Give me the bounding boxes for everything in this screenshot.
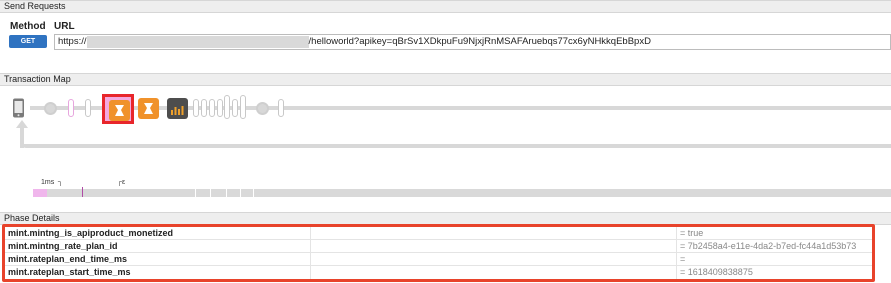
flow-step-pill[interactable]: [224, 95, 230, 119]
variable-spacer: [310, 266, 676, 279]
phase-details-table: mint.mintng_is_apiproduct_monetized = tr…: [2, 224, 875, 282]
flow-node-circle[interactable]: [256, 102, 269, 115]
analytics-icon[interactable]: [167, 98, 188, 119]
variable-value: =: [676, 253, 872, 266]
variable-value: = true: [676, 227, 872, 240]
timeline-divider: [253, 189, 254, 197]
timeline-marker: [82, 187, 83, 197]
table-row: mint.mintng_is_apiproduct_monetized = tr…: [5, 227, 872, 240]
response-arrow-icon: [16, 120, 28, 128]
response-flow-line: [22, 144, 891, 148]
timeline-divider: [210, 189, 211, 197]
timeline-label-1ms: 1ms: [41, 179, 55, 186]
flow-step-pill[interactable]: [201, 99, 207, 117]
url-redacted-host: [86, 36, 309, 48]
table-row: mint.mintng_rate_plan_id = 7b2458a4-e11e…: [5, 240, 872, 253]
timeline-selected-segment[interactable]: [33, 189, 47, 197]
timeline-bar[interactable]: [33, 189, 891, 197]
variable-spacer: [310, 240, 676, 253]
table-row: mint.rateplan_start_time_ms = 1618409838…: [5, 266, 872, 279]
timeline-label-epsilon: ε: [122, 179, 126, 186]
flow-node-circle[interactable]: [44, 102, 57, 115]
method-get-button[interactable]: GET: [9, 35, 47, 48]
timeline-tick: ┐: [58, 179, 63, 186]
variable-name: mint.mintng_rate_plan_id: [8, 241, 118, 251]
transaction-map-header: Transaction Map: [0, 73, 891, 86]
variable-value: = 7b2458a4-e11e-4da2-b7ed-fc44a1d53b73: [676, 240, 872, 253]
flow-step-pill[interactable]: [232, 99, 238, 117]
send-requests-header: Send Requests: [0, 0, 891, 13]
timeline-divider: [240, 189, 241, 197]
variable-name: mint.rateplan_start_time_ms: [8, 267, 131, 277]
policy-icon[interactable]: [138, 98, 159, 119]
table-row: mint.rateplan_end_time_ms =: [5, 253, 872, 266]
timeline-divider: [226, 189, 227, 197]
variable-spacer: [310, 253, 676, 266]
timeline-divider: [195, 189, 196, 197]
variable-spacer: [310, 227, 676, 240]
variable-name: mint.mintng_is_apiproduct_monetized: [8, 228, 174, 238]
url-label: URL: [54, 21, 75, 32]
flow-step-pill[interactable]: [217, 99, 223, 117]
flow-step-pill[interactable]: [85, 99, 91, 117]
url-prefix: https://: [58, 36, 87, 47]
request-flow-line: [30, 106, 891, 110]
flow-step-pill[interactable]: [68, 99, 74, 117]
variable-name: mint.rateplan_end_time_ms: [8, 254, 128, 264]
policy-icon: [109, 100, 130, 121]
flow-step-pill[interactable]: [240, 95, 246, 119]
client-phone-icon[interactable]: [12, 98, 25, 118]
url-path: /helloworld?apikey=qBrSv1XDkpuFu9NjxjRnM…: [308, 36, 651, 47]
flow-step-pill[interactable]: [193, 99, 199, 117]
selected-policy-step[interactable]: [102, 94, 134, 124]
request-url-field[interactable]: https:// /helloworld?apikey=qBrSv1XDkpuFu…: [54, 34, 891, 50]
variable-value: = 1618409838875: [676, 266, 872, 279]
flow-step-pill[interactable]: [209, 99, 215, 117]
method-label: Method: [10, 21, 46, 32]
flow-step-pill[interactable]: [278, 99, 284, 117]
